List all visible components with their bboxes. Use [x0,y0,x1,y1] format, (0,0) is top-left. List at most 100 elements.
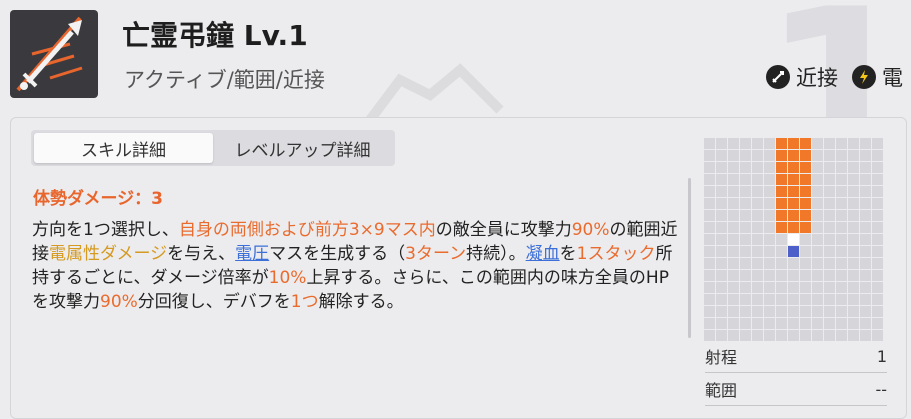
description-text: 1スタック [576,244,656,264]
grid-cell [728,270,739,281]
grid-cell [800,282,811,293]
grid-cell [728,282,739,293]
grid-cell [788,258,799,269]
grid-cell [764,270,775,281]
skill-title: 亡霊弔鐘 Lv.1 [122,19,308,52]
grid-cell [752,246,763,257]
grid-cell [812,210,823,221]
grid-cell [776,306,787,317]
grid-cell [860,246,871,257]
grid-cell [872,138,883,149]
grid-cell [872,294,883,305]
keyword-link[interactable]: 電圧 [235,244,269,264]
stat-value: 1 [876,346,887,366]
grid-cell [812,162,823,173]
grid-cell [728,258,739,269]
grid-cell [764,306,775,317]
grid-cell [812,306,823,317]
grid-cell [800,258,811,269]
grid-cell [812,318,823,329]
tag-melee: 近接 [766,62,838,92]
grid-cell [872,162,883,173]
grid-cell [728,234,739,245]
grid-cell [860,258,871,269]
grid-cell [716,198,727,209]
description-scrollbar[interactable] [688,178,691,338]
description-text: を与え、 [167,244,236,264]
grid-cell [704,234,715,245]
grid-cell [812,198,823,209]
grid-cell [776,270,787,281]
skill-stats: 射程 1 範囲 -- [705,340,887,406]
grid-cell-hit [776,174,787,185]
grid-cell [740,138,751,149]
grid-cell [752,282,763,293]
grid-cell [824,174,835,185]
grid-cell [812,150,823,161]
grid-cell-hit [800,186,811,197]
grid-cell [860,294,871,305]
grid-cell [836,150,847,161]
grid-cell [740,318,751,329]
grid-cell [728,186,739,197]
grid-cell [716,258,727,269]
grid-cell [728,138,739,149]
grid-cell-hit [800,138,811,149]
grid-cell [716,318,727,329]
tag-label: 近接 [796,66,838,90]
range-grid [704,138,886,341]
grid-cell [740,174,751,185]
grid-cell [704,162,715,173]
grid-cell [704,246,715,257]
grid-cell [812,174,823,185]
grid-cell [704,294,715,305]
grid-cell [764,186,775,197]
grid-cell [788,294,799,305]
grid-cell [824,246,835,257]
grid-cell [776,294,787,305]
grid-cell [860,234,871,245]
grid-cell [836,174,847,185]
grid-cell [836,258,847,269]
grid-cell-player [788,246,799,257]
grid-cell [824,186,835,197]
grid-cell [728,150,739,161]
description-text: を [559,244,577,264]
tab-skill-detail[interactable]: スキル詳細 [34,133,213,163]
grid-cell [872,270,883,281]
tab-levelup-detail[interactable]: レベルアップ詳細 [213,133,392,163]
grid-cell [788,306,799,317]
grid-cell [824,198,835,209]
grid-cell [764,198,775,209]
grid-cell-hit [776,162,787,173]
stat-row-area: 範囲 -- [705,373,887,406]
grid-cell [728,222,739,233]
grid-cell-hit [776,222,787,233]
grid-cell [860,162,871,173]
grid-cell [716,306,727,317]
description-text: 解除する。 [318,292,404,312]
grid-cell [872,150,883,161]
grid-cell [728,198,739,209]
grid-cell-hit [776,150,787,161]
grid-cell [716,270,727,281]
sword-icon [766,65,790,89]
grid-cell-hit [800,210,811,221]
grid-cell [704,150,715,161]
grid-cell [752,162,763,173]
grid-cell-origin [788,234,799,245]
grid-cell [740,222,751,233]
grid-cell [812,270,823,281]
keyword-link[interactable]: 凝血 [526,244,560,264]
grid-cell [716,174,727,185]
stat-row-range: 射程 1 [705,340,887,373]
grid-cell [824,270,835,281]
grid-cell-hit [776,198,787,209]
grid-cell [812,222,823,233]
grid-cell [728,318,739,329]
grid-cell [752,210,763,221]
skill-tags: 近接 電 [758,62,903,92]
grid-cell-hit [800,222,811,233]
grid-cell [836,210,847,221]
grid-cell [848,258,859,269]
